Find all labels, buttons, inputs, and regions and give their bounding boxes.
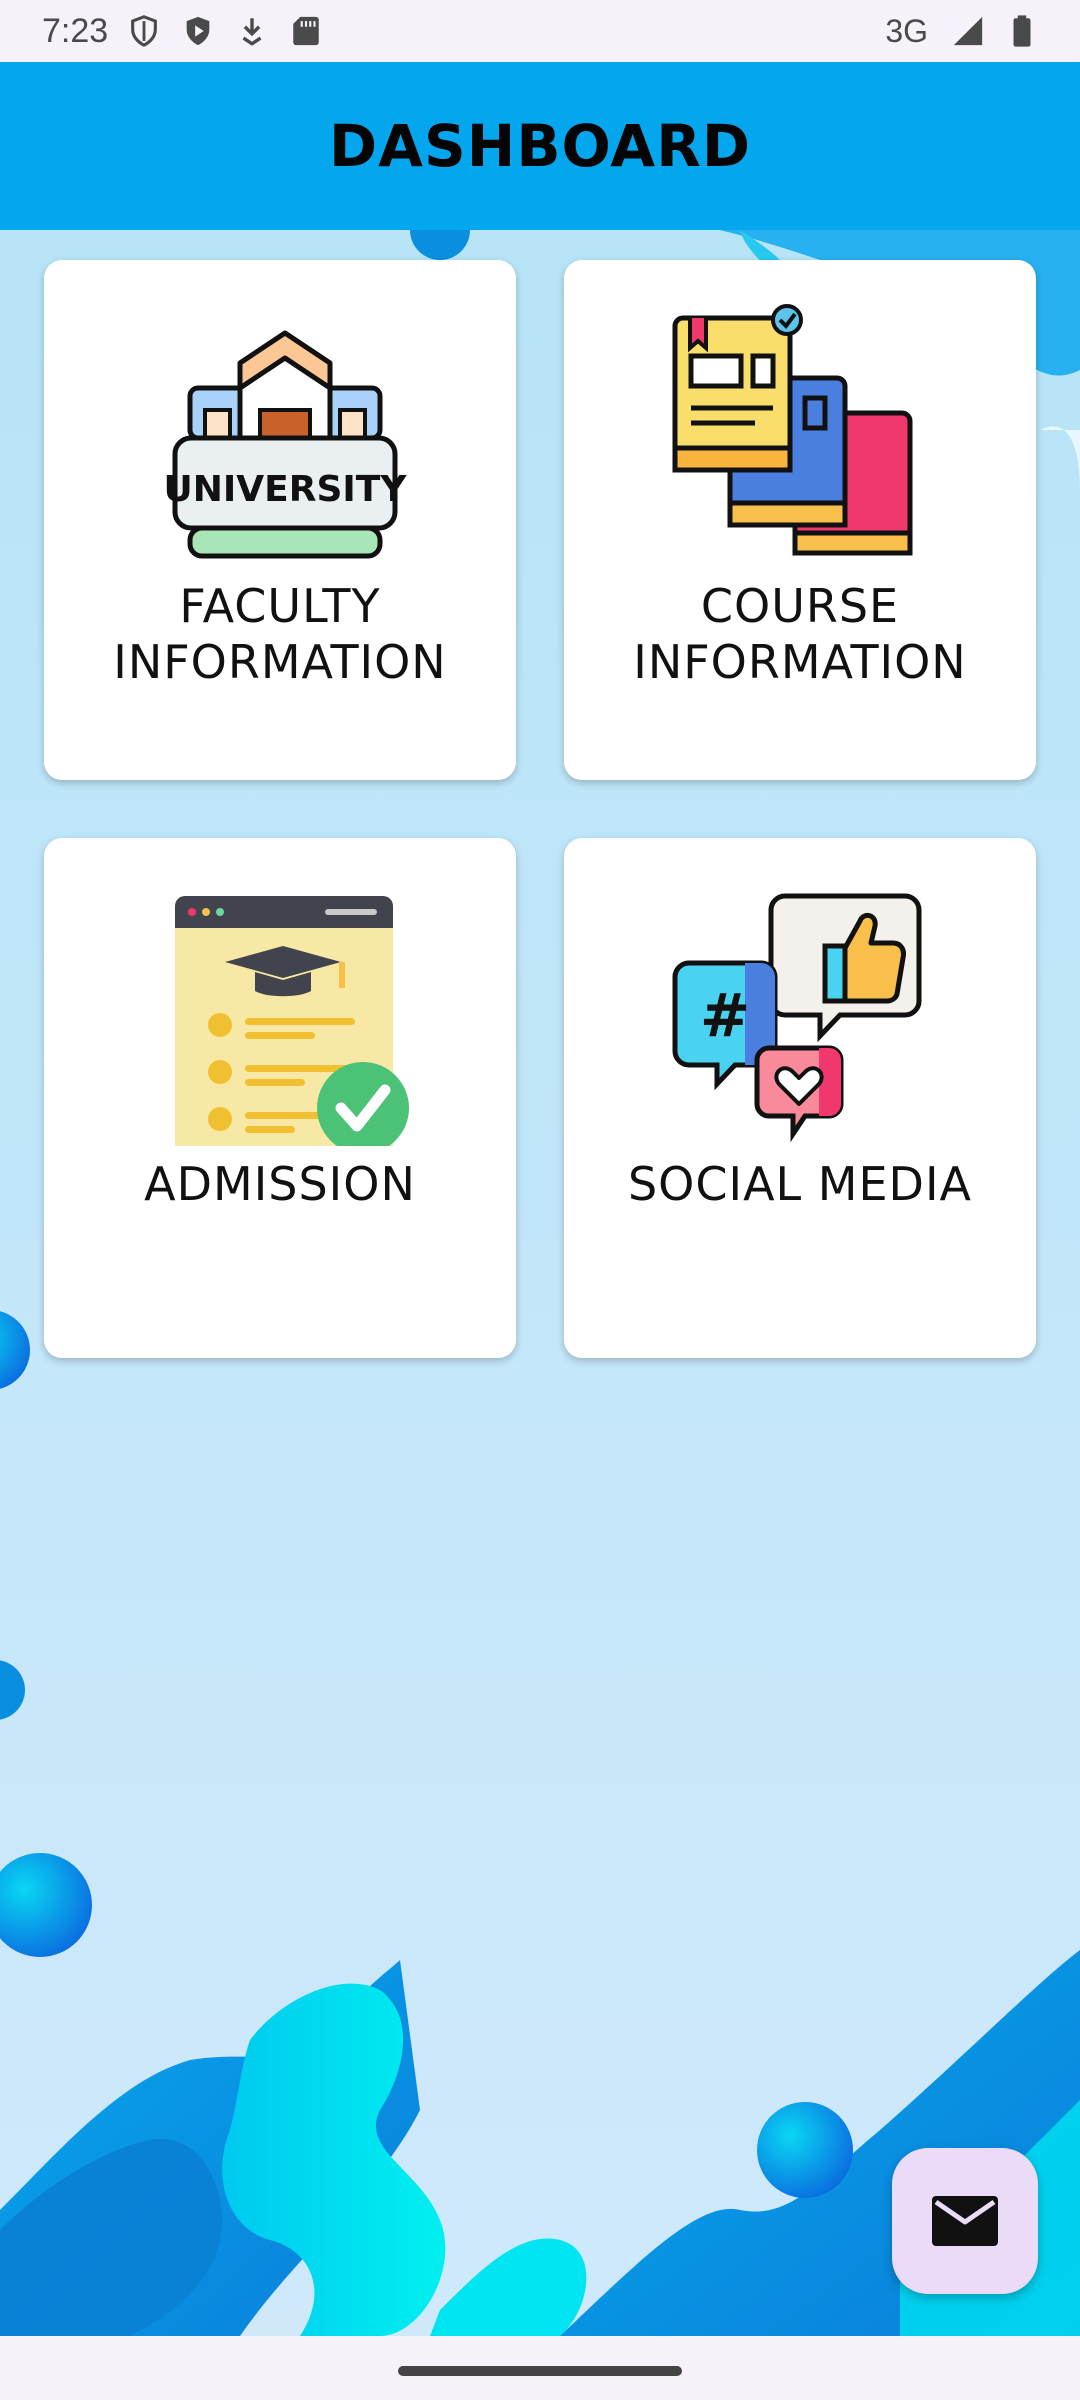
home-indicator[interactable] (398, 2366, 682, 2376)
card-label-line2: INFORMATION (633, 635, 967, 689)
card-label: ADMISSION (144, 1156, 416, 1212)
mail-fab-button[interactable] (892, 2148, 1038, 2294)
faculty-information-card[interactable]: UNIVERSITY FACULTY INFORMATION (44, 260, 516, 780)
university-icon: UNIVERSITY (145, 298, 415, 568)
card-label-line2: INFORMATION (113, 635, 447, 689)
sd-card-icon (288, 13, 324, 49)
status-right: 3G (885, 13, 1040, 50)
mail-icon (932, 2196, 998, 2246)
battery-icon (1004, 13, 1040, 49)
download-icon (234, 13, 270, 49)
status-bar: 7:23 3G (0, 0, 1080, 62)
card-label-line1: ADMISSION (144, 1157, 416, 1211)
shield-icon (126, 13, 162, 49)
card-label: COURSE INFORMATION (633, 578, 966, 690)
university-icon-text: UNIVERSITY (164, 469, 408, 510)
system-navigation-bar (0, 2336, 1080, 2400)
card-label: FACULTY INFORMATION (113, 578, 446, 690)
admission-form-icon (145, 876, 415, 1146)
svg-text:#: # (700, 981, 750, 1051)
social-media-icon: # (665, 876, 935, 1146)
course-information-card[interactable]: COURSE INFORMATION (564, 260, 1036, 780)
signal-icon (950, 13, 986, 49)
app-header: DASHBOARD (0, 62, 1080, 230)
card-label: SOCIAL MEDIA (628, 1156, 972, 1212)
status-time: 7:23 (42, 11, 109, 50)
network-type: 3G (885, 12, 928, 49)
social-media-card[interactable]: # SOCIAL MEDIA (564, 838, 1036, 1358)
admission-card[interactable]: ADMISSION (44, 838, 516, 1358)
play-protect-icon (180, 13, 216, 49)
card-label-line1: FACULTY (179, 579, 381, 633)
card-label-line1: COURSE (700, 579, 900, 633)
card-label-line1: SOCIAL MEDIA (627, 1157, 973, 1211)
status-left: 7:23 (42, 12, 324, 51)
page-title: DASHBOARD (329, 112, 751, 180)
books-icon (665, 298, 935, 568)
